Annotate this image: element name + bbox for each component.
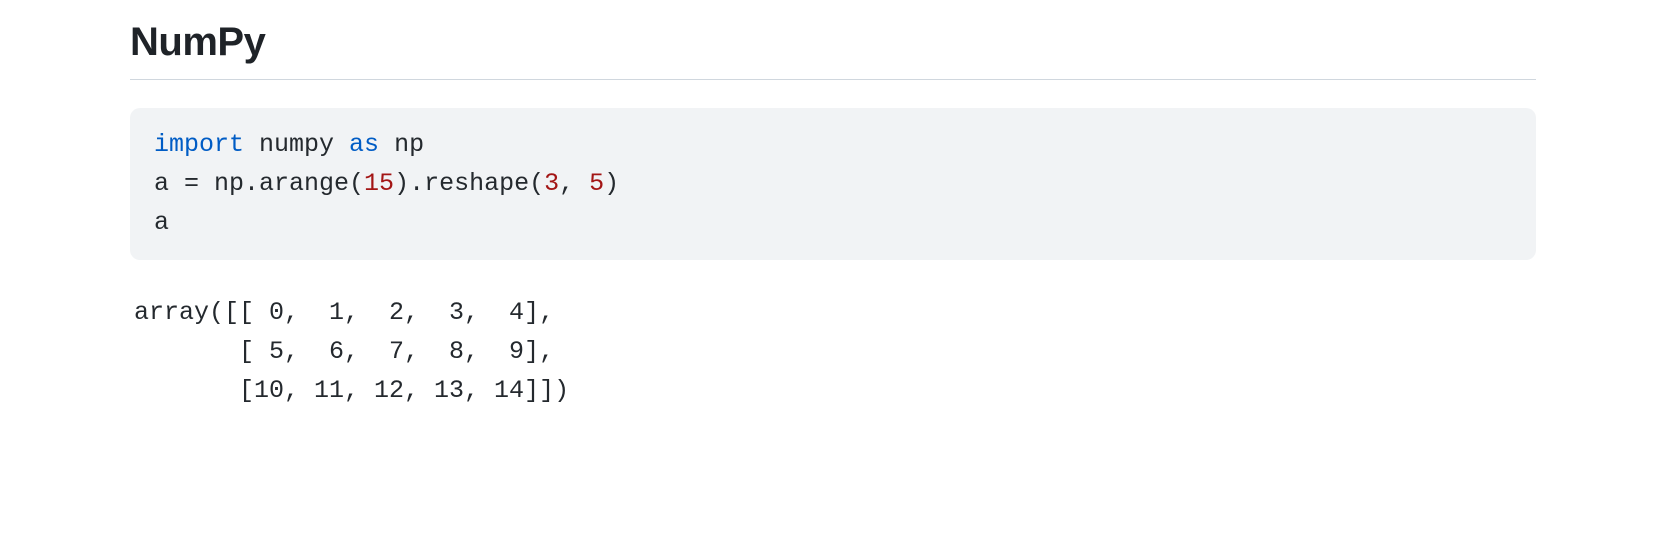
number-literal: 3 — [544, 169, 559, 198]
keyword-import: import — [154, 130, 244, 159]
number-literal: 5 — [589, 169, 604, 198]
code-text: numpy — [244, 130, 349, 159]
code-text: np — [379, 130, 424, 159]
code-text: ) — [604, 169, 619, 198]
code-text: , — [559, 169, 589, 198]
code-text: a = np.arange( — [154, 169, 364, 198]
code-text: ).reshape( — [394, 169, 544, 198]
code-output-block: array([[ 0, 1, 2, 3, 4], [ 5, 6, 7, 8, 9… — [130, 294, 1536, 410]
section-heading: NumPy — [130, 20, 1536, 80]
code-text: a — [154, 208, 169, 237]
number-literal: 15 — [364, 169, 394, 198]
keyword-as: as — [349, 130, 379, 159]
code-input-block: import numpy as np a = np.arange(15).res… — [130, 108, 1536, 260]
